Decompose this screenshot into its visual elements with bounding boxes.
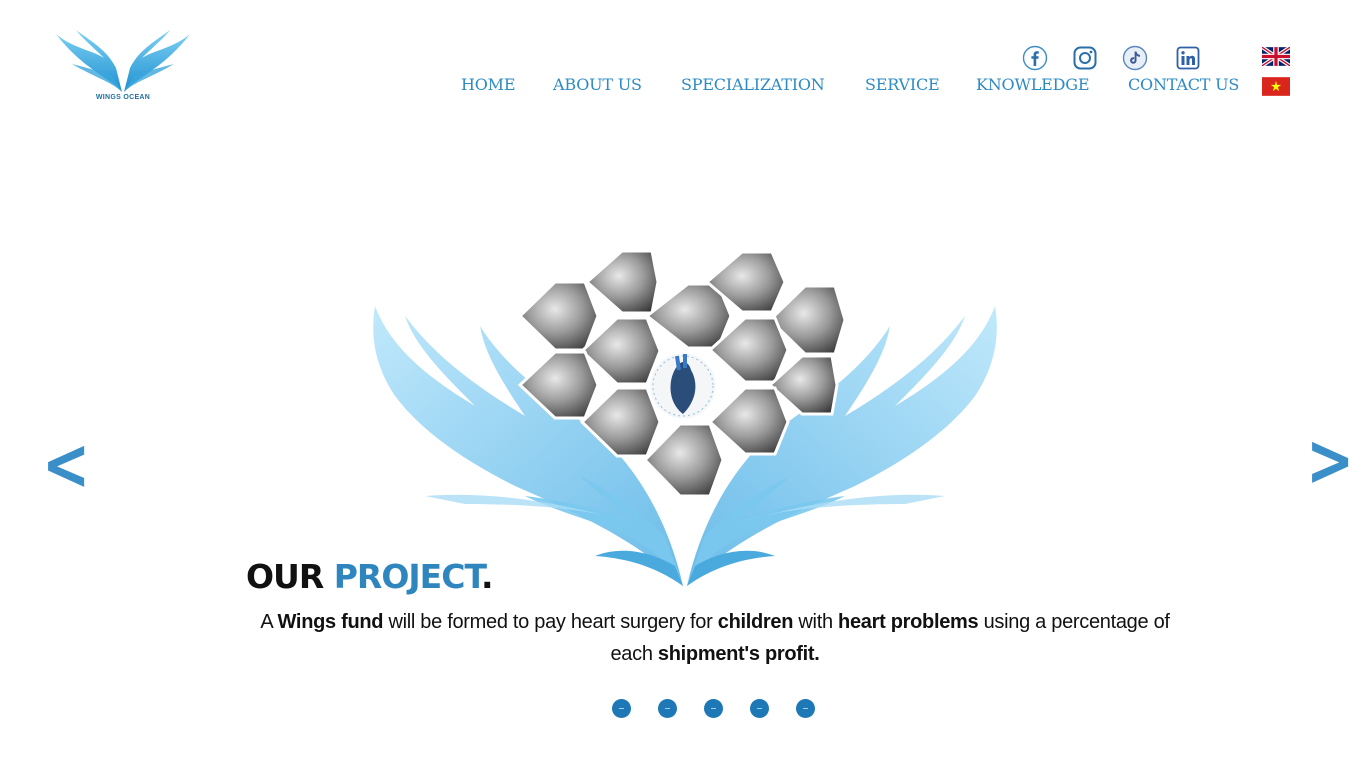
nav-service[interactable]: SERVICE (865, 75, 940, 99)
project-title: OUR PROJECT. (246, 556, 493, 598)
slider-prev-button[interactable]: < (42, 424, 90, 504)
wings-ocean-logo[interactable]: WINGS OCEAN (52, 28, 194, 108)
slide-dot-2[interactable] (658, 699, 677, 718)
slider-pagination (612, 699, 815, 718)
vietnam-flag-icon (1262, 77, 1290, 96)
slide-dot-5[interactable] (796, 699, 815, 718)
nav-knowledge[interactable]: KNOWLEDGE (976, 75, 1090, 99)
slide-dot-4[interactable] (750, 699, 769, 718)
nav-home[interactable]: HOME (461, 75, 516, 99)
facebook-icon (1022, 45, 1048, 71)
instagram-icon (1073, 46, 1097, 70)
title-word-project: PROJECT (333, 557, 482, 596)
linkedin-link[interactable] (1174, 44, 1202, 72)
project-description: A Wings fund will be formed to pay heart… (260, 611, 1170, 665)
nav-contact-us[interactable]: CONTACT US (1128, 75, 1239, 99)
title-word-our: OUR (246, 557, 334, 596)
linkedin-icon (1176, 46, 1200, 70)
wings-logo-icon (56, 30, 190, 92)
title-period: . (480, 557, 494, 596)
wings-honeycomb-illustration (373, 249, 997, 586)
language-vietnamese[interactable] (1262, 77, 1290, 96)
facebook-link[interactable] (1021, 44, 1049, 72)
project-hero-image (365, 246, 1005, 601)
slider-next-button[interactable]: > (1306, 420, 1354, 500)
language-english[interactable] (1260, 45, 1292, 68)
slide-dot-1[interactable] (612, 699, 631, 718)
uk-flag-icon (1260, 45, 1292, 68)
tiktok-link[interactable] (1121, 44, 1149, 72)
nav-specialization[interactable]: SPECIALIZATION (681, 75, 825, 99)
slide-dot-3[interactable] (704, 699, 723, 718)
instagram-link[interactable] (1071, 44, 1099, 72)
logo-text: WINGS OCEAN (95, 94, 151, 101)
tiktok-icon (1122, 45, 1148, 71)
nav-about-us[interactable]: ABOUT US (553, 75, 642, 99)
